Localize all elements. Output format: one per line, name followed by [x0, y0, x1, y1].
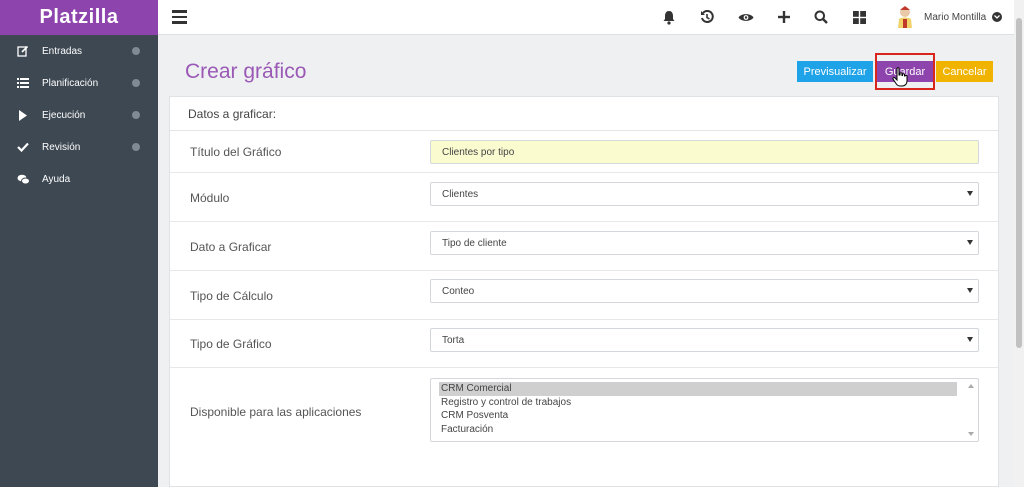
user-menu[interactable]: Mario Montilla [894, 5, 1003, 29]
apps-label: Disponible para las aplicaciones [190, 405, 362, 419]
calc-type-select[interactable]: Conteo [430, 279, 979, 303]
form-header: Datos a graficar: [170, 97, 998, 131]
topbar: Mario Montilla [158, 0, 1014, 35]
calc-type-select-value: Conteo [442, 285, 475, 297]
scrollbar-thumb[interactable] [1016, 18, 1022, 348]
chevron-right-icon [132, 47, 140, 55]
sidebar-item-revision[interactable]: Revisión [0, 131, 158, 163]
sidebar-item-ejecucion[interactable]: Ejecución [0, 99, 158, 131]
scroll-down-icon[interactable] [968, 432, 974, 436]
form-row-module: Módulo Clientes [170, 173, 998, 222]
sidebar-item-label: Revisión [42, 141, 81, 153]
dropdown-arrow-icon [967, 337, 973, 342]
hand-cursor-icon [892, 67, 908, 87]
avatar [894, 5, 916, 29]
page-scrollbar[interactable] [1014, 0, 1024, 487]
preview-button[interactable]: Previsualizar [797, 61, 873, 82]
sidebar-item-entradas[interactable]: Entradas [0, 35, 158, 67]
hamburger-menu-icon[interactable] [172, 10, 187, 24]
chart-form-card: Datos a graficar: Título del Gráfico Cli… [169, 96, 999, 487]
edit-icon [16, 44, 30, 58]
list-option[interactable]: Facturación [439, 423, 957, 437]
chart-title-input[interactable]: Clientes por tipo [430, 140, 979, 164]
form-row-chart-type: Tipo de Gráfico Torta [170, 320, 998, 368]
calc-type-label: Tipo de Cálculo [190, 289, 273, 303]
eye-icon[interactable] [737, 8, 755, 26]
list-icon [16, 76, 30, 90]
scroll-up-icon[interactable] [968, 384, 974, 388]
sidebar-item-ayuda[interactable]: Ayuda [0, 163, 158, 195]
sidebar-item-label: Ayuda [42, 173, 71, 185]
dropdown-arrow-icon [967, 191, 973, 196]
page-title: Crear gráfico [185, 60, 307, 83]
sidebar-item-label: Planificación [42, 77, 99, 89]
form-row-apps: Disponible para las aplicaciones CRM Com… [170, 368, 998, 454]
bell-icon[interactable] [660, 8, 678, 26]
apps-multiselect[interactable]: CRM Comercial Registro y control de trab… [430, 378, 979, 442]
search-icon[interactable] [812, 8, 830, 26]
chart-type-select-value: Torta [442, 334, 465, 346]
listbox-scrollbar[interactable] [965, 380, 977, 440]
data-field-select-value: Tipo de cliente [442, 237, 507, 249]
chevron-right-icon [132, 143, 140, 151]
form-row-data-field: Dato a Graficar Tipo de cliente [170, 222, 998, 271]
form-row-calc-type: Tipo de Cálculo Conteo [170, 271, 998, 320]
chat-icon [16, 172, 30, 186]
list-option[interactable]: Registro y control de trabajos [439, 396, 957, 410]
chevron-right-icon [132, 111, 140, 119]
sidebar: Platzilla Entradas Planificación Ejecuci… [0, 0, 158, 487]
history-icon[interactable] [698, 8, 716, 26]
grid-icon[interactable] [850, 8, 868, 26]
chevron-down-icon [992, 12, 1003, 22]
list-option[interactable]: CRM Posventa [439, 409, 957, 423]
form-row-chart-title: Título del Gráfico Clientes por tipo [170, 131, 998, 173]
sidebar-item-planificacion[interactable]: Planificación [0, 67, 158, 99]
chart-type-label: Tipo de Gráfico [190, 337, 272, 351]
module-label: Módulo [190, 191, 230, 205]
chart-title-label: Título del Gráfico [190, 145, 282, 159]
dropdown-arrow-icon [967, 240, 973, 245]
data-field-select[interactable]: Tipo de cliente [430, 231, 979, 255]
chevron-right-icon [132, 79, 140, 87]
module-select-value: Clientes [442, 188, 479, 200]
sidebar-item-label: Entradas [42, 45, 83, 57]
chart-type-select[interactable]: Torta [430, 328, 979, 352]
data-field-label: Dato a Graficar [190, 240, 272, 254]
user-name: Mario Montilla [924, 11, 987, 23]
play-icon [16, 108, 30, 122]
check-icon [16, 140, 30, 154]
cancel-button[interactable]: Cancelar [936, 61, 993, 82]
dropdown-arrow-icon [967, 288, 973, 293]
module-select[interactable]: Clientes [430, 182, 979, 206]
plus-icon[interactable] [775, 8, 793, 26]
list-option[interactable]: CRM Comercial [439, 382, 957, 396]
sidebar-item-label: Ejecución [42, 109, 86, 121]
brand-logo[interactable]: Platzilla [0, 0, 158, 35]
sidebar-nav: Entradas Planificación Ejecución Revisió… [0, 35, 158, 195]
